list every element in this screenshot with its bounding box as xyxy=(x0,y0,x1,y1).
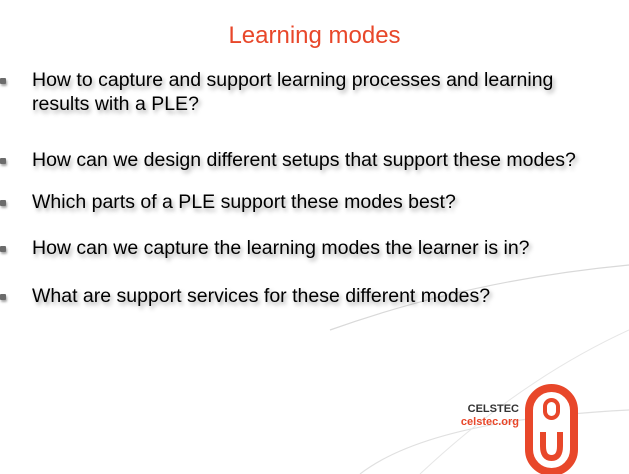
celstec-logo-icon xyxy=(525,384,578,474)
slide: Learning modes How to capture and suppor… xyxy=(0,0,629,474)
